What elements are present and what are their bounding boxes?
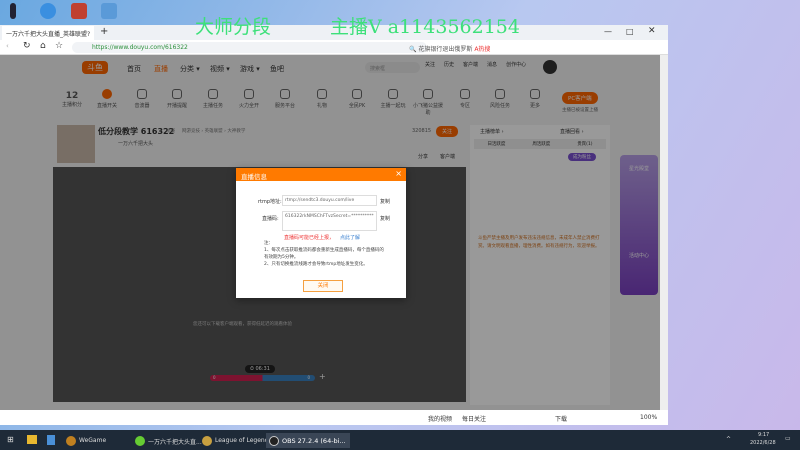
rtmp-label: rtmp地址: [258,199,282,205]
taskbar-app-label: WeGame [79,437,107,444]
dialog-close-icon[interactable]: × [395,169,402,178]
taskbar-wegame[interactable]: WeGame [63,433,125,448]
watermark-left: 大师分段 [195,16,272,38]
desktop-icon-3[interactable] [71,3,87,19]
copy-rtmp-button[interactable]: 复制 [380,198,390,205]
start-icon[interactable]: ⊞ [7,435,14,444]
desktop-icon-4[interactable] [101,3,117,19]
clock-time[interactable]: 9:17 [758,432,769,438]
new-tab-button[interactable]: + [100,26,108,37]
status-my-video[interactable]: 我的视频 [428,414,452,423]
taskbar-app-label: League of Legends [215,437,272,444]
dialog-title: 直播信息 [241,173,267,181]
stream-code-field[interactable]: 616322rkNMSChFTvzSecret=********** [282,211,377,231]
notification-icon[interactable]: ▭ [785,435,791,442]
desktop-icon-1[interactable] [10,3,16,19]
taskbar-browser[interactable]: 一万六千把大头直... [132,433,202,448]
status-bar: 我的视频 每日关注 下载 100% [0,410,668,425]
code-label: 直播码: [262,216,279,222]
watermark-right: 主播V a1143562154 [330,16,520,38]
zoom-level[interactable]: 100% [640,414,657,421]
browser-tab[interactable]: 一万六千把大头直播_英雄联盟? [2,26,94,40]
reload-icon[interactable]: ↻ [23,41,31,51]
rtmp-address-field[interactable]: rtmp://sendtc3.douyu.com/live [282,195,377,206]
close-button[interactable]: 关闭 [303,280,343,292]
star-icon[interactable]: ☆ [55,41,63,51]
copy-code-button[interactable]: 复制 [380,215,390,222]
browser-search[interactable]: 🔍 花旗银行退出俄罗斯 A热搜 [405,42,525,53]
desktop-icon-2[interactable] [40,3,56,19]
note-1: 1、每次点击获取推流码都会重新生成直播码，每个直播码的有效期为5分钟。 [264,248,384,260]
back-icon[interactable]: ‹ [6,42,9,50]
maximize-icon[interactable]: □ [626,27,634,36]
taskbar-obs[interactable]: OBS 27.2.4 (64-bi... [266,433,350,448]
taskbar: ⊞ WeGame 一万六千把大头直... League of Legends O… [0,430,800,450]
status-download[interactable]: 下载 [555,414,567,423]
dialog-notes: 注： 1、每次点击获取推流码都会重新生成直播码，每个直播码的有效期为5分钟。 2… [264,240,384,268]
note-title: 注： [264,241,273,246]
address-bar-row: ‹ ↻ ⌂ ☆ https://www.douyu.com/616322 🔍 花… [0,40,668,55]
search-suggestion: 花旗银行退出俄罗斯 [418,46,473,53]
taskbar-app-label: 一万六千把大头直... [148,439,202,446]
clock-date[interactable]: 2022/6/28 [750,440,776,446]
file-explorer-icon[interactable] [27,435,37,444]
close-icon[interactable]: ✕ [648,26,656,36]
note-2: 2、只有切换推流线路才会导致rtmp地址发生变化。 [264,262,368,267]
library-icon[interactable] [47,435,55,445]
tray-chevron-icon[interactable]: ^ [726,436,731,443]
url-input[interactable]: https://www.douyu.com/616322 [72,42,427,53]
status-daily-follow[interactable]: 每日关注 [462,414,486,423]
hot-search[interactable]: A热搜 [474,46,490,53]
taskbar-app-label: OBS 27.2.4 (64-bi... [282,437,346,445]
page-scrollbar[interactable] [660,55,668,410]
home-icon[interactable]: ⌂ [40,41,46,51]
live-info-dialog: 直播信息 × rtmp地址: rtmp://sendtc3.douyu.com/l… [236,168,406,298]
taskbar-lol[interactable]: League of Legends [199,433,272,448]
minimize-icon[interactable]: — [604,27,612,36]
